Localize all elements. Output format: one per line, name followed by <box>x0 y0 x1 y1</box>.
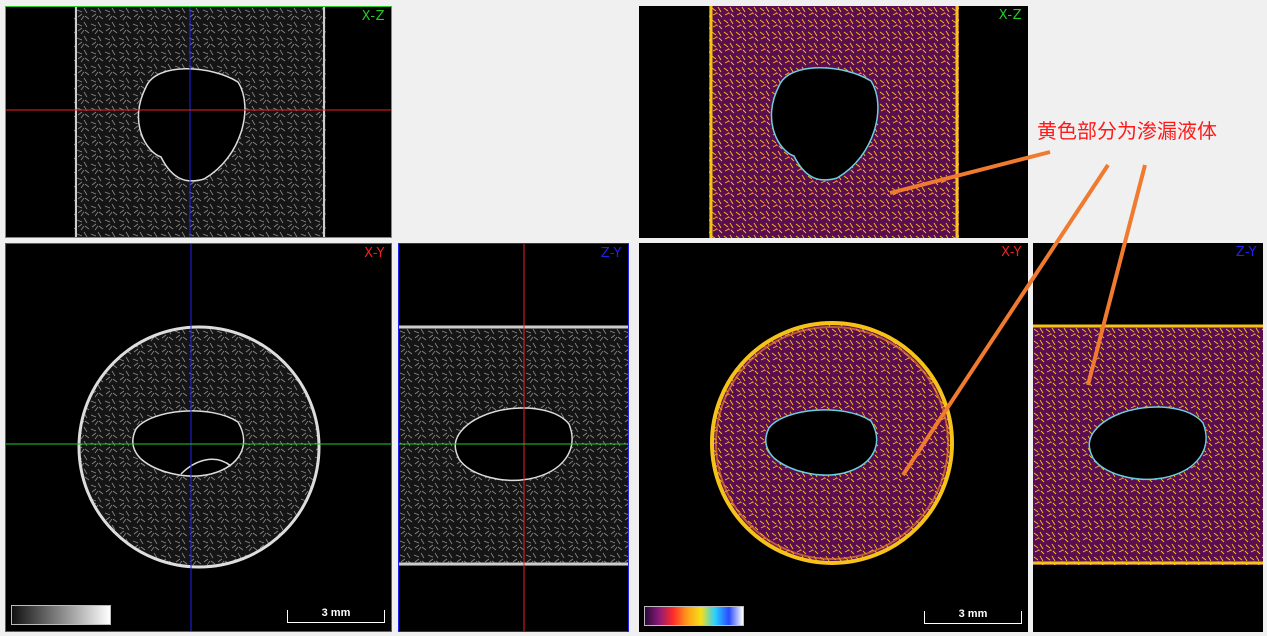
view-label-zy: Z-Y <box>600 246 622 261</box>
view-label-zy-color: Z-Y <box>1235 245 1257 260</box>
xz-gray-image <box>6 7 391 237</box>
scale-bar-label: 3 mm <box>321 607 351 619</box>
leak-annotation: 黄色部分为渗漏液体 <box>1037 119 1217 143</box>
zy-gray-image <box>399 244 628 631</box>
viewport-zy-gray[interactable]: Z-Y <box>398 243 629 632</box>
scale-bar: 3 mm <box>287 607 385 623</box>
scale-bar-color: 3 mm <box>924 608 1022 624</box>
zy-color-image <box>1033 324 1263 565</box>
viewport-zy-color[interactable]: Z-Y <box>1033 243 1263 632</box>
xy-color-image <box>710 321 954 565</box>
xy-gray-image <box>6 244 391 631</box>
viewport-xy-gray[interactable]: X-Y 3 mm <box>5 243 392 632</box>
view-label-xz: X-Z <box>361 9 385 24</box>
view-label-xy: X-Y <box>364 246 385 261</box>
scale-bar-label-color: 3 mm <box>958 608 988 620</box>
colorbar-grayscale <box>11 605 111 625</box>
view-label-xz-color: X-Z <box>998 8 1022 23</box>
xz-color-image <box>709 6 959 238</box>
viewport-xz-gray[interactable]: X-Z <box>5 6 392 238</box>
viewport-xz-color[interactable]: X-Z <box>639 6 1028 238</box>
view-label-xy-color: X-Y <box>1001 245 1022 260</box>
colorbar-spectrum <box>644 606 744 626</box>
viewport-xy-color[interactable]: X-Y 3 mm <box>639 243 1028 632</box>
